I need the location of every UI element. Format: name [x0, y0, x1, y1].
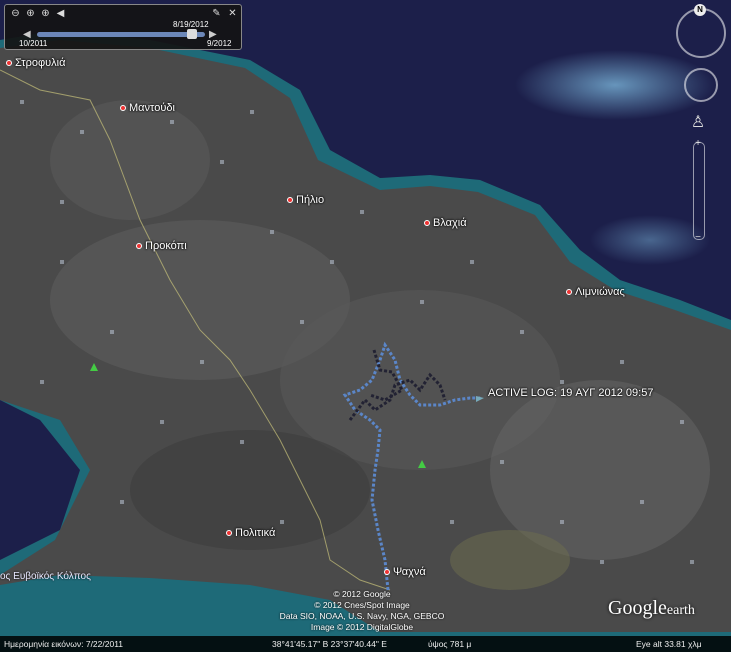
place-marker-icon	[6, 60, 12, 66]
elevation: ύψος 781 μ	[428, 639, 472, 649]
zoom-in-time-icon[interactable]: ⊕	[25, 8, 36, 19]
place-mantoudi[interactable]: Μαντούδι	[120, 102, 175, 114]
imagery-date: Ημερομηνία εικόνων: 7/22/2011	[4, 639, 124, 649]
place-marker-icon	[424, 220, 430, 226]
north-indicator[interactable]: N	[694, 4, 706, 16]
place-politika[interactable]: Πολιτικά	[226, 527, 275, 539]
place-marker-icon	[384, 569, 390, 575]
terrain-map[interactable]	[0, 0, 731, 652]
place-marker-icon	[226, 530, 232, 536]
coordinates: 38°41'45.17" B 23°37'40.44" E	[272, 639, 387, 649]
gulf-label: ος Ευβοϊκός Κόλπος	[0, 571, 91, 582]
street-view-man-icon[interactable]: ♙	[690, 112, 706, 134]
place-marker-icon	[287, 197, 293, 203]
google-earth-logo: Googleearth	[608, 597, 695, 619]
active-log-label[interactable]: ACTIVE LOG: 19 ΑΥΓ 2012 09:57	[488, 387, 653, 399]
play-back-icon[interactable]: ◀	[55, 8, 66, 19]
time-slider-panel: ⊖ ⊕ ⊕ ◀ ✎ ✕ 8/19/2012 ◀ ▶ 10/2011 9/2012	[4, 4, 242, 50]
zoom-time-icon[interactable]: ⊕	[40, 8, 51, 19]
zoom-out-icon[interactable]: −	[692, 232, 704, 243]
map-view[interactable]: Στροφυλιά Μαντούδι Πήλιο Βλαχιά Προκόπι …	[0, 0, 731, 652]
wrench-icon[interactable]: ✎	[211, 8, 222, 19]
navigation-controls: N ♙ + −	[673, 2, 727, 252]
move-joystick-icon[interactable]	[684, 68, 718, 102]
place-marker-icon	[566, 289, 572, 295]
place-prokopi[interactable]: Προκόπι	[136, 240, 187, 252]
zoom-out-time-icon[interactable]: ⊖	[10, 8, 21, 19]
credit-cnes: © 2012 Cnes/Spot Image	[314, 600, 410, 610]
credit-image: Image © 2012 DigitalGlobe	[310, 622, 414, 632]
place-marker-icon	[136, 243, 142, 249]
time-end-label: 9/2012	[207, 39, 232, 48]
tree-icon[interactable]	[418, 460, 426, 468]
credit-data: Data SIO, NOAA, U.S. Navy, NGA, GEBCO	[279, 611, 445, 621]
credit-google: © 2012 Google	[333, 589, 391, 599]
close-icon[interactable]: ✕	[227, 8, 238, 19]
time-current-label: 8/19/2012	[173, 20, 209, 29]
eye-altitude: Eye alt 33.81 χλμ	[636, 639, 702, 649]
place-limnionas[interactable]: Λιμνιώνας	[566, 286, 625, 298]
place-strofylia[interactable]: Στροφυλιά	[6, 57, 65, 69]
status-bar: Ημερομηνία εικόνων: 7/22/2011 38°41'45.1…	[0, 636, 731, 652]
place-vlachia[interactable]: Βλαχιά	[424, 217, 467, 229]
time-track[interactable]	[37, 32, 205, 37]
time-thumb[interactable]	[186, 29, 197, 39]
place-pilio[interactable]: Πήλιο	[287, 194, 324, 206]
tree-icon[interactable]	[90, 363, 98, 371]
place-marker-icon	[120, 105, 126, 111]
time-start-label: 10/2011	[19, 39, 48, 48]
zoom-slider[interactable]	[693, 142, 705, 240]
place-psachna[interactable]: Ψαχνά	[384, 566, 426, 578]
